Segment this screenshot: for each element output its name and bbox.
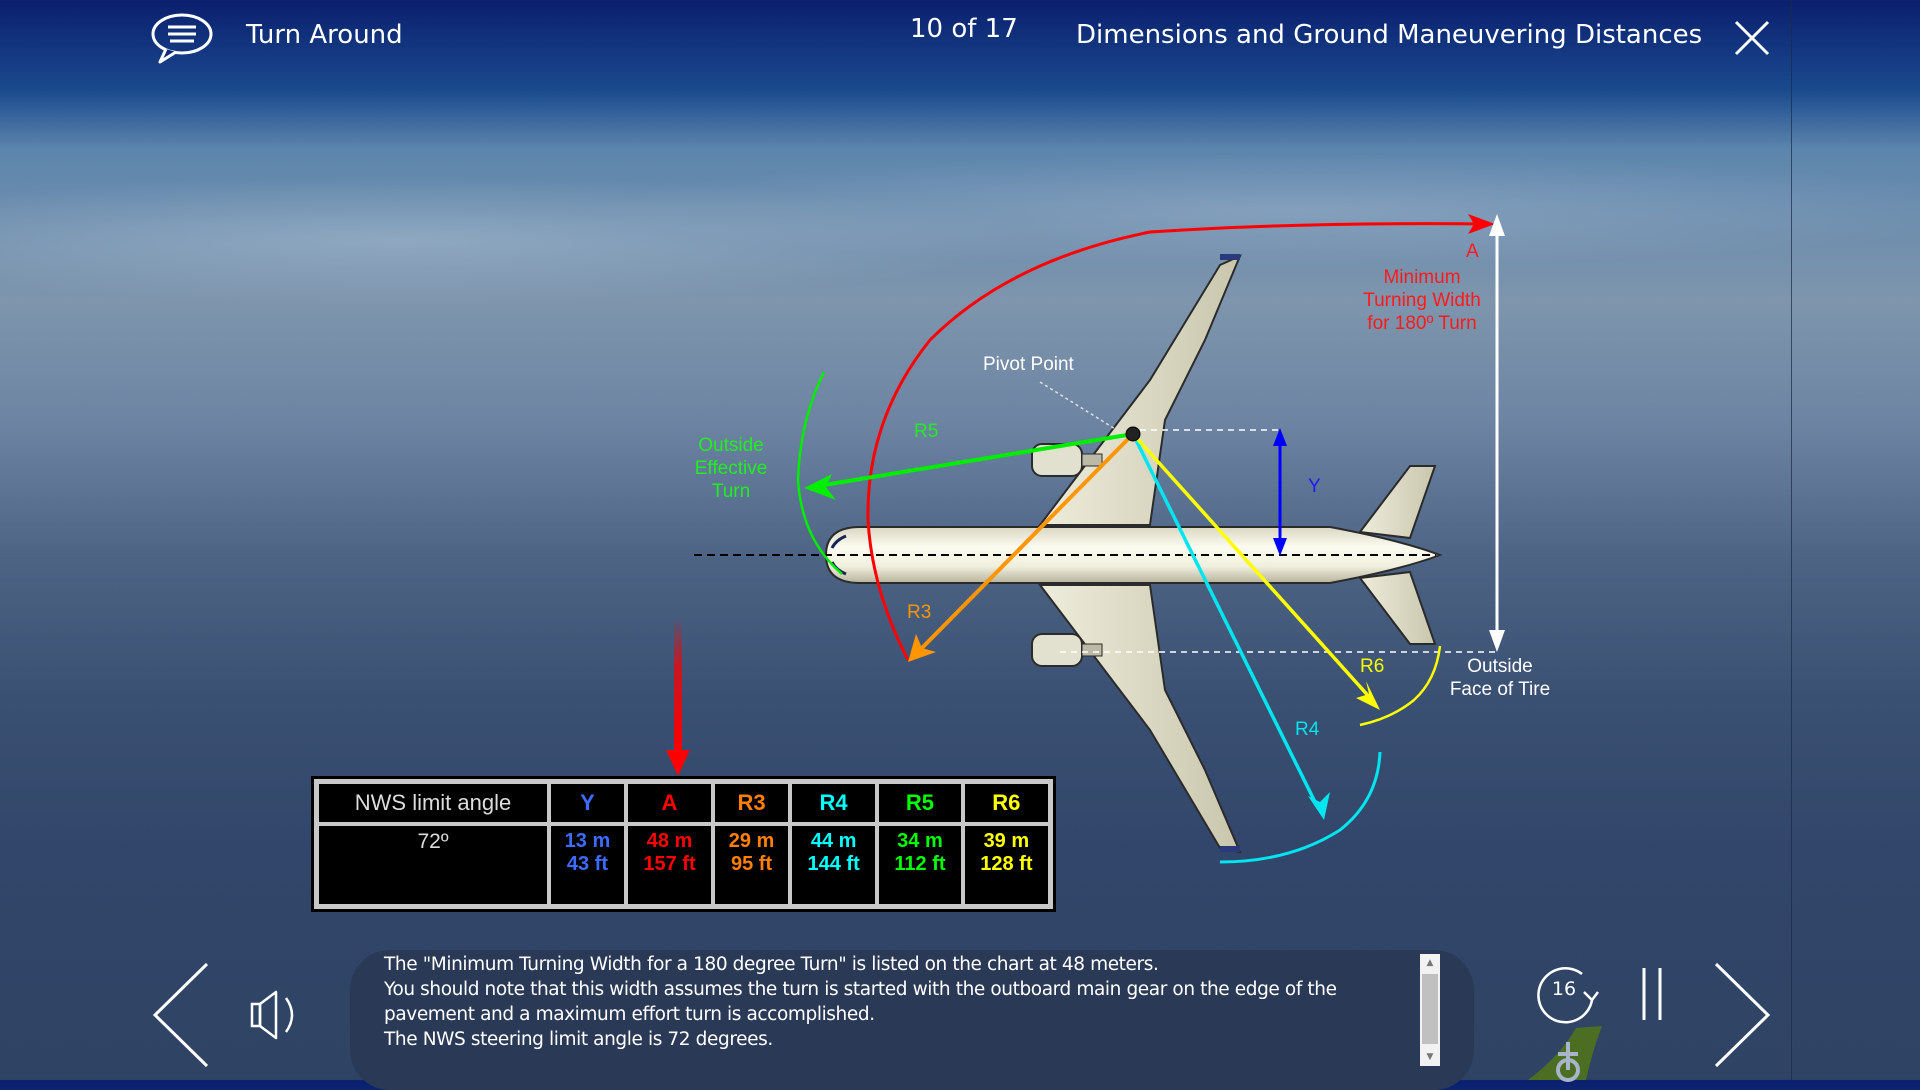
scroll-up-arrow-icon[interactable]: ▲ <box>1420 956 1440 970</box>
turning-data-table: NWS limit angle Y A R3 R4 R5 R6 72º 13 m… <box>311 776 1056 912</box>
value-feet: 128 ft <box>980 853 1033 875</box>
narration-panel: The "Minimum Turning Width for a 180 deg… <box>350 950 1474 1090</box>
scroll-thumb[interactable] <box>1422 974 1438 1044</box>
narration-text: The "Minimum Turning Width for a 180 deg… <box>384 952 1414 1052</box>
airline-tail-logo <box>1520 1022 1610 1082</box>
value-feet: 112 ft <box>894 853 946 875</box>
upper-wing <box>1037 254 1242 526</box>
lower-engine <box>1031 633 1083 667</box>
label-line: Minimum <box>1383 267 1461 288</box>
cell-r4: 44 m 144 ft <box>790 824 878 906</box>
label-pivot-point: Pivot Point <box>983 354 1074 375</box>
narration-line: The NWS steering limit angle is 72 degre… <box>384 1029 773 1050</box>
cell-r3: 29 m 95 ft <box>713 824 790 906</box>
label-r4: R4 <box>1295 719 1320 740</box>
pivot-leader-line <box>1039 381 1121 433</box>
label-line: Turn <box>711 481 751 502</box>
label-outside-face-of-tire: Outside Face of Tire <box>1438 655 1562 701</box>
label-line: Face of Tire <box>1449 679 1551 700</box>
value-meters: 44 m <box>810 830 857 852</box>
cell-r5: 34 m 112 ft <box>877 824 963 906</box>
value-meters: 48 m <box>646 830 693 852</box>
column-a-callout-arrow <box>674 618 682 754</box>
label-r5: R5 <box>914 421 939 442</box>
next-button[interactable] <box>1713 962 1773 1068</box>
label-line: Outside <box>698 435 764 456</box>
lower-stabilizer <box>1358 570 1437 645</box>
audio-button[interactable] <box>250 990 300 1040</box>
nws-angle-value: 72º <box>317 824 549 906</box>
cell-a: 48 m 157 ft <box>625 824 714 906</box>
value-feet: 144 ft <box>807 853 860 875</box>
narration-scrollbar[interactable]: ▲ ▼ <box>1420 954 1440 1066</box>
cell-y: 13 m 43 ft <box>549 824 626 906</box>
label-min-turning-width: Minimum Turning Width for 180º Turn <box>1348 266 1496 335</box>
replay-seconds: 16 <box>1551 978 1577 1000</box>
pause-icon <box>1642 968 1662 1020</box>
column-header-a: A <box>625 782 714 824</box>
column-header-y: Y <box>549 782 626 824</box>
pause-button[interactable] <box>1640 966 1664 1022</box>
chevron-right-icon <box>1714 962 1771 1068</box>
label-y: Y <box>1308 476 1321 497</box>
column-header-r5: R5 <box>877 782 963 824</box>
speaker-icon <box>250 990 294 1040</box>
scroll-down-arrow-icon[interactable]: ▼ <box>1420 1050 1440 1064</box>
table-header-row: NWS limit angle Y A R3 R4 R5 R6 <box>317 782 1050 824</box>
value-meters: 34 m <box>897 830 943 852</box>
upper-stabilizer <box>1358 465 1437 540</box>
narration-line: The "Minimum Turning Width for a 180 deg… <box>384 954 1159 975</box>
replay-button[interactable]: 16 <box>1534 964 1600 1024</box>
value-feet: 43 ft <box>566 853 608 875</box>
narration-line: You should note that this width assumes … <box>384 979 1337 1000</box>
column-header-r4: R4 <box>790 782 878 824</box>
previous-button[interactable] <box>152 962 212 1068</box>
label-line: Effective <box>694 458 768 479</box>
cell-r6: 39 m 128 ft <box>962 824 1050 906</box>
table-row-header: NWS limit angle <box>317 782 549 824</box>
column-header-r6: R6 <box>962 782 1050 824</box>
label-r3: R3 <box>907 602 932 623</box>
airplane-illustration <box>694 254 1443 854</box>
value-feet: 95 ft <box>730 853 773 875</box>
r4-radius-line <box>1131 433 1320 809</box>
label-line: Outside <box>1467 656 1533 677</box>
label-outside-effective-turn: Outside Effective Turn <box>680 434 782 503</box>
label-r6: R6 <box>1360 656 1385 677</box>
lower-wing <box>1037 584 1242 854</box>
turning-diagram <box>666 214 1505 864</box>
value-meters: 13 m <box>564 830 611 852</box>
label-line: Turning Width <box>1363 290 1481 311</box>
table-row: 72º 13 m 43 ft 48 m 157 ft 29 m 95 ft 44 m1… <box>317 824 1050 906</box>
value-feet: 157 ft <box>643 853 696 875</box>
narration-line: pavement and a maximum effort turn is ac… <box>384 1004 875 1025</box>
value-meters: 39 m <box>983 830 1030 852</box>
chevron-left-icon <box>152 962 209 1068</box>
pivot-point-marker <box>1125 426 1141 442</box>
value-meters: 29 m <box>728 830 775 852</box>
label-line: for 180º Turn <box>1367 313 1477 334</box>
label-a: A <box>1466 241 1479 262</box>
column-header-r3: R3 <box>713 782 790 824</box>
